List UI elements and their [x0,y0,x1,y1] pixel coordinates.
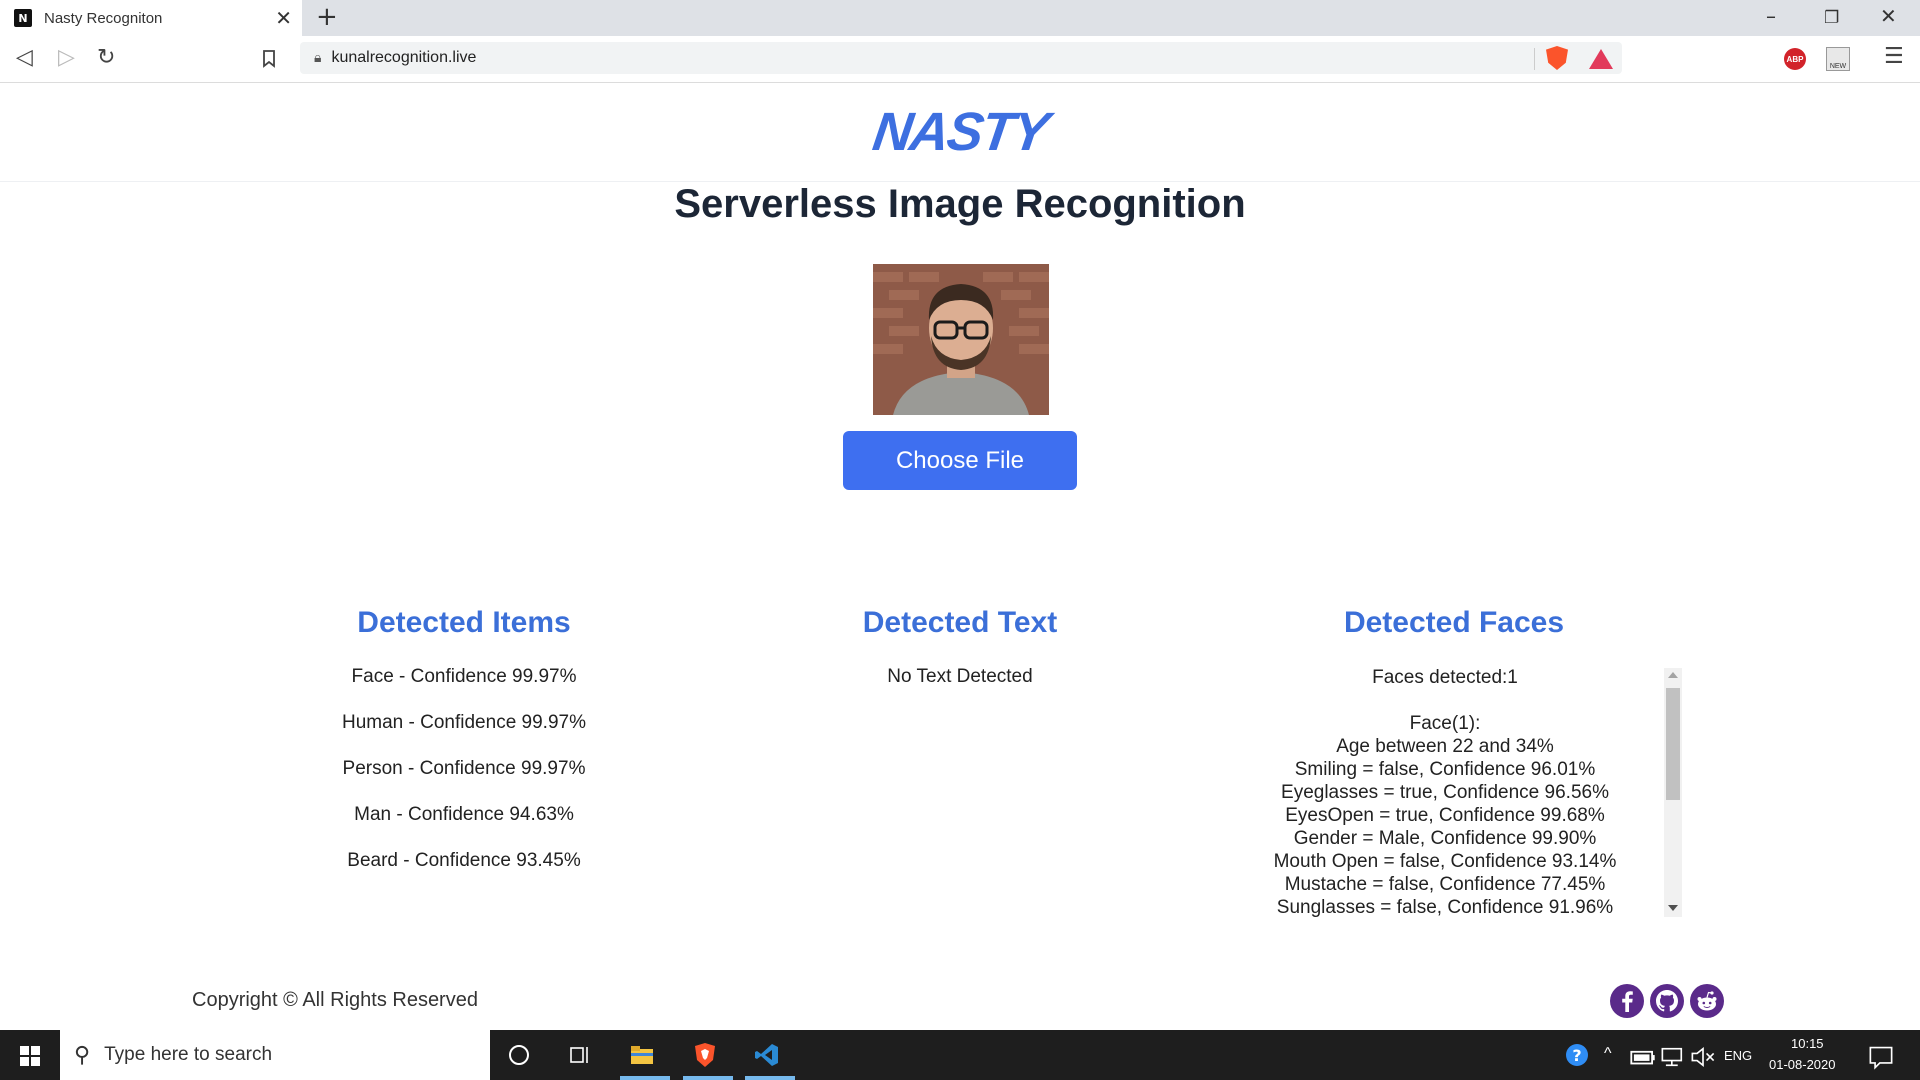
extension-new-icon[interactable]: NEW [1826,47,1850,71]
address-bar[interactable]: 🔒︎ kunalrecognition.live [300,42,1622,74]
scroll-thumb[interactable] [1666,688,1680,800]
face-title: Face(1): [1409,713,1481,734]
network-icon[interactable] [1660,1044,1686,1070]
clock-date[interactable]: 01-08-2020 [1769,1057,1836,1072]
tray-expand-icon[interactable]: ^ [1604,1045,1612,1063]
minimize-icon[interactable]: – [1766,4,1776,28]
list-item: Human - Confidence 99.97% [342,712,586,733]
scroll-down-arrow-icon[interactable] [1668,905,1678,911]
reload-icon[interactable]: ↻ [97,45,115,70]
task-view-icon[interactable] [567,1042,593,1068]
face-attribute: EyesOpen = true, Confidence 99.68% [1285,805,1605,826]
vscode-icon[interactable] [754,1042,780,1068]
explorer-active-indicator [620,1076,670,1080]
detected-items-list: Face - Confidence 99.97% Human - Confide… [214,666,714,896]
github-icon[interactable] [1650,984,1684,1018]
help-icon[interactable]: ? [1564,1042,1590,1068]
svg-text:?: ? [1572,1046,1581,1065]
choose-file-button[interactable]: Choose File [843,431,1077,490]
detected-faces-content: Faces detected:1 Face(1): Age between 22… [1230,666,1660,918]
uploaded-image-preview [873,264,1049,415]
site-logo[interactable]: NASTY [0,101,1920,163]
brave-rewards-icon[interactable] [1589,49,1613,69]
clock-time[interactable]: 10:15 [1791,1036,1824,1051]
notifications-icon[interactable] [1868,1044,1894,1070]
page-title: Serverless Image Recognition [674,182,1246,226]
face-attribute: Smiling = false, Confidence 96.01% [1294,759,1596,780]
brave-active-indicator [683,1076,733,1080]
battery-icon[interactable] [1630,1044,1656,1070]
site-header: NASTY [0,83,1920,182]
detected-text-heading: Detected Text [862,606,1058,639]
reddit-icon[interactable] [1690,984,1724,1018]
cortana-icon[interactable] [506,1042,532,1068]
search-icon: ⚲ [74,1042,91,1068]
face-attribute: Age between 22 and 34% [1336,736,1554,757]
faces-count: Faces detected:1 [1372,667,1518,688]
lock-icon: 🔒︎ [314,50,322,66]
tab-title: Nasty Recogniton [44,9,163,27]
list-item: Person - Confidence 99.97% [342,758,586,779]
adblock-plus-icon[interactable]: ABP [1784,48,1806,70]
face-attribute: Sunglasses = false, Confidence 91.96% [1276,897,1614,918]
face-attribute: Eyeglasses = true, Confidence 96.56% [1281,782,1609,803]
browser-toolbar: ◁ ▷ ↻ 🔒︎ kunalrecognition.live ABP NEW ☰ [0,36,1920,83]
windows-start-icon[interactable] [20,1046,40,1066]
face-attribute: Mustache = false, Confidence 77.45% [1284,874,1606,895]
close-tab-icon[interactable]: ✕ [275,6,292,30]
site-favicon-icon: N [14,9,32,27]
browser-menu-icon[interactable]: ☰ [1884,44,1904,69]
volume-muted-icon[interactable] [1690,1044,1716,1070]
face-attribute: Mouth Open = false, Confidence 93.14% [1273,851,1617,872]
search-placeholder: Type here to search [104,1044,273,1065]
detected-text-value: No Text Detected [887,666,1033,687]
restore-icon[interactable]: ❐ [1824,8,1839,28]
faces-scrollbar[interactable] [1664,668,1682,917]
forward-icon[interactable]: ▷ [58,45,75,70]
new-tab-icon[interactable]: + [316,2,338,32]
list-item: Man - Confidence 94.63% [354,804,574,825]
language-indicator[interactable]: ENG [1724,1048,1752,1063]
close-window-icon[interactable]: ✕ [1880,4,1897,28]
list-item: Beard - Confidence 93.45% [347,850,581,871]
back-icon[interactable]: ◁ [16,45,33,70]
scroll-up-arrow-icon[interactable] [1668,672,1678,678]
browser-tab[interactable]: N Nasty Recogniton ✕ [0,0,302,36]
url-text: kunalrecognition.live [331,49,477,66]
detected-faces-scroll-area[interactable]: Faces detected:1 Face(1): Age between 22… [1230,666,1684,918]
detected-items-heading: Detected Items [357,606,571,639]
file-explorer-icon[interactable] [629,1042,655,1068]
list-item: Face - Confidence 99.97% [351,666,577,687]
browser-tab-bar: N Nasty Recogniton ✕ + – ❐ ✕ [0,0,1920,36]
brave-browser-icon[interactable] [692,1042,718,1068]
face-attribute: Gender = Male, Confidence 99.90% [1293,828,1597,849]
copyright-text: Copyright © All Rights Reserved [192,989,478,1011]
bookmark-icon[interactable] [262,50,276,68]
vscode-active-indicator [745,1076,795,1080]
toolbar-divider [1534,48,1535,70]
detected-faces-heading: Detected Faces [1343,606,1565,639]
taskbar-search-input[interactable]: ⚲ Type here to search [60,1030,490,1080]
windows-taskbar: ⚲ Type here to search ? ^ ENG 10:15 01-0… [0,1030,1920,1080]
portrait-image [873,264,1049,415]
facebook-icon[interactable] [1610,984,1644,1018]
